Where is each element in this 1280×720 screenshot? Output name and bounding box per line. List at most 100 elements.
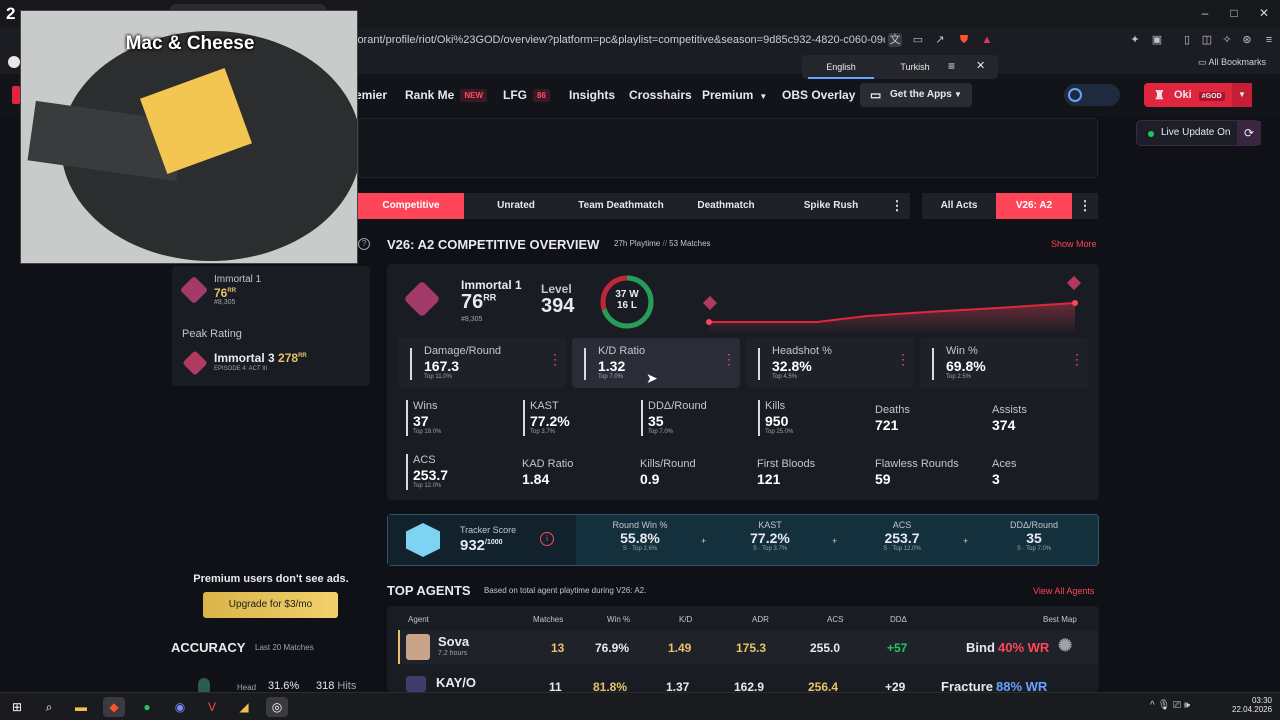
agent-row[interactable]: KAY/O 11 81.8% 1.37 162.9 256.4 +29 Frac… — [398, 672, 1098, 692]
webcam-overlay: Mac & Cheese — [20, 10, 358, 264]
agent-row[interactable]: Sova 7.2 hours 13 76.9% 1.49 175.3 255.0… — [398, 630, 1098, 664]
close-window-button[interactable]: ✕ — [1254, 6, 1274, 20]
nav-obs-overlay[interactable]: OBS Overlay — [782, 88, 855, 102]
translate-turkish-tab[interactable]: Turkish — [880, 55, 950, 79]
app-icon[interactable]: ◢ — [233, 697, 255, 717]
share-icon[interactable]: ↗ — [933, 33, 947, 47]
clock-time: 03:30 — [1251, 696, 1272, 705]
tab-all-acts[interactable]: All Acts — [922, 193, 996, 219]
trend-end-point — [1072, 300, 1078, 306]
brave-shield-icon[interactable]: ⛊ — [957, 33, 971, 47]
rr-unit: RR — [227, 288, 237, 294]
all-bookmarks[interactable]: ▭ All Bookmarks — [1198, 57, 1266, 68]
get-apps-button[interactable]: ▭ Get the Apps ▼ — [860, 83, 972, 107]
obs-icon[interactable]: ◎ — [266, 697, 288, 717]
stat-tile-damage-round[interactable]: Damage/Round 167.3 Top 11.0% ⋮ — [398, 338, 566, 388]
agent-matches: 11 — [549, 680, 562, 692]
tracker-score-value: 932/1000 — [460, 537, 503, 554]
extensions-icon[interactable]: ✦ — [1128, 33, 1142, 47]
minimize-button[interactable]: – — [1195, 6, 1215, 20]
site-logo[interactable] — [12, 86, 20, 104]
tracker-score-max: /1000 — [485, 539, 503, 546]
agent-dda: +57 — [887, 641, 908, 655]
stat-marker — [758, 400, 760, 436]
level-value: 394 — [541, 295, 575, 317]
more-options-icon[interactable]: ⋮ — [896, 351, 910, 368]
stat-deaths-value: 721 — [875, 417, 899, 433]
google-bookmark-icon[interactable] — [8, 56, 20, 68]
spotify-icon[interactable]: ● — [136, 697, 158, 717]
col-best-map: Best Map — [1043, 615, 1077, 624]
info-icon[interactable]: i — [540, 532, 554, 546]
address-bar[interactable]: lorant/profile/riot/Oki%23GOD/overview?p… — [355, 30, 885, 50]
valorant-icon[interactable]: V — [201, 697, 223, 717]
more-options-icon[interactable]: ⋮ — [1070, 351, 1084, 368]
file-explorer-icon[interactable]: ▬ — [70, 697, 92, 717]
live-update-button[interactable]: Live Update On ⟳ — [1136, 120, 1261, 146]
wallet-icon[interactable]: ▣ — [1150, 33, 1164, 47]
agent-acs: 255.0 — [810, 641, 841, 655]
rr-unit: RR — [298, 353, 307, 359]
sidebar-icon[interactable]: ▯ — [1180, 33, 1194, 47]
refresh-icon[interactable]: ⟳ — [1237, 121, 1261, 145]
tab-competitive[interactable]: Competitive — [358, 193, 464, 219]
taskbar: ⊞ ⌕ ▬ ◆ ● ◉ V ◢ ◎ ^ 🎙 ⎚ 🕪 03:30 22.04.202… — [0, 692, 1280, 720]
stat-tile-win-pct[interactable]: Win % 69.8% Top 2.5% ⋮ — [920, 338, 1088, 388]
nav-lfg[interactable]: LFG 86 — [503, 88, 550, 103]
close-icon[interactable]: ✕ — [976, 59, 985, 72]
translate-english-tab[interactable]: English — [808, 55, 874, 79]
cast-icon[interactable]: ▭ — [911, 33, 925, 47]
translate-icon[interactable]: 文 — [888, 33, 902, 47]
stat-flawless-value: 59 — [875, 471, 891, 487]
more-acts-icon[interactable]: ⋮ — [1072, 193, 1098, 219]
meta-separator: // — [662, 239, 667, 248]
brave-browser-icon[interactable]: ◆ — [103, 697, 125, 717]
show-more-link[interactable]: Show More — [1051, 239, 1097, 249]
view-all-agents-link[interactable]: View All Agents — [1033, 586, 1094, 596]
agent-acs: 256.4 — [808, 680, 839, 692]
nav-crosshairs[interactable]: Crosshairs — [629, 88, 692, 102]
nav-premium[interactable]: Premium ▼ — [702, 88, 767, 102]
windows-start-icon[interactable]: ⊞ — [6, 697, 28, 717]
maximize-button[interactable]: □ — [1224, 6, 1244, 20]
clock[interactable]: 03:30 22.04.2026 — [1232, 696, 1272, 714]
tab-favicon[interactable]: 2 — [6, 4, 15, 24]
translate-menu-icon[interactable]: ≡ — [948, 59, 955, 73]
tab-deathmatch[interactable]: Deathmatch — [674, 193, 778, 219]
rewards-icon[interactable]: ▲ — [980, 33, 994, 47]
rank-indicator-toggle[interactable] — [1064, 84, 1120, 106]
agent-name: Sova — [438, 634, 470, 649]
stat-kills-rank: Top 25.0% — [765, 429, 794, 435]
col-dda: DDΔ — [890, 615, 907, 624]
ai-icon[interactable]: ✧ — [1220, 33, 1234, 47]
stat-tile-headshot[interactable]: Headshot % 32.8% Top 4.5% ⋮ — [746, 338, 914, 388]
tray-icons[interactable]: ^ 🎙 ⎚ 🕪 — [1150, 700, 1190, 711]
stat-marker — [523, 400, 525, 436]
tab-current-act[interactable]: V26: A2 — [996, 193, 1072, 219]
agent-time: 7.2 hours — [438, 650, 468, 657]
help-icon[interactable]: ? — [358, 238, 370, 250]
user-menu-button[interactable]: ♜ Oki #GOD ▼ — [1144, 83, 1252, 107]
accuracy-subtitle: Last 20 Matches — [255, 643, 314, 652]
tab-team-deathmatch[interactable]: Team Deathmatch — [568, 193, 674, 219]
search-icon[interactable]: ⌕ — [38, 697, 60, 717]
nav-premier[interactable]: emier — [355, 88, 387, 102]
nav-rank-me[interactable]: Rank Me NEW — [405, 88, 488, 103]
col-matches: Matches — [533, 615, 564, 624]
stat-kills-round-value: 0.9 — [640, 471, 660, 487]
more-modes-icon[interactable]: ⋮ — [884, 193, 910, 219]
nav-insights[interactable]: Insights — [569, 88, 615, 102]
wallet2-icon[interactable]: ◫ — [1200, 33, 1214, 47]
upgrade-button[interactable]: Upgrade for $3/mo — [203, 592, 338, 618]
metric-value: 253.7 — [884, 530, 920, 546]
discord-icon[interactable]: ◉ — [169, 697, 191, 717]
more-options-icon[interactable]: ⋮ — [722, 351, 736, 368]
menu-icon[interactable]: ≡ — [1262, 33, 1276, 47]
stat-flawless-label: Flawless Rounds — [875, 458, 959, 470]
vpn-icon[interactable]: ⊛ — [1240, 33, 1254, 47]
tab-spike-rush[interactable]: Spike Rush — [778, 193, 884, 219]
more-options-icon[interactable]: ⋮ — [548, 351, 562, 368]
col-kd: K/D — [679, 615, 693, 624]
tab-unrated[interactable]: Unrated — [464, 193, 568, 219]
stat-assists-value: 374 — [992, 417, 1016, 433]
